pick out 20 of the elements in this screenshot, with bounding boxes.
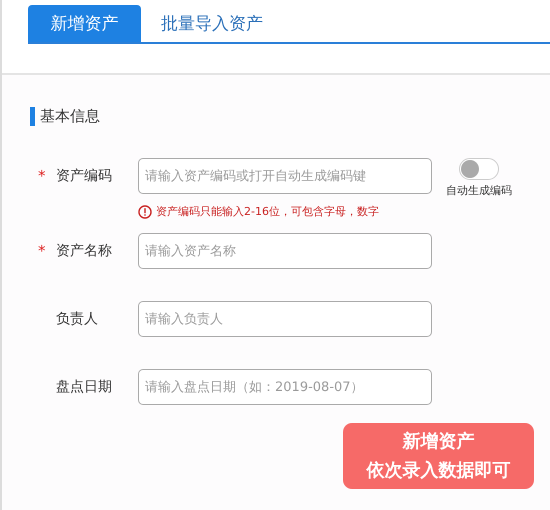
section-title: 基本信息 (40, 107, 100, 126)
warning-icon (138, 204, 152, 218)
tab[interactable]: 新增资产 (28, 5, 141, 42)
required-mark: * (38, 241, 46, 262)
required-mark: * (38, 166, 46, 187)
tab[interactable]: 批量导入资产 (141, 5, 283, 42)
section-marker (30, 107, 35, 126)
input-field[interactable]: 请输入资产名称 (138, 233, 432, 269)
field-label: 负责人 (56, 310, 99, 329)
input-field[interactable]: 请输入盘点日期（如：2019-08-07） (138, 369, 432, 405)
input-field[interactable]: 请输入资产编码或打开自动生成编码键 (138, 158, 432, 194)
callout-text: 新增资产 (402, 430, 474, 454)
field-label: 盘点日期 (56, 378, 113, 397)
error-message: 资产编码只能输入2-16位，可包含字母，数字 (156, 204, 379, 219)
input-field[interactable]: 请输入负责人 (138, 301, 432, 337)
toggle-label: 自动生成编码 (446, 183, 512, 198)
field-label: 资产名称 (56, 242, 113, 261)
callout-text: 依次录入数据即可 (366, 459, 510, 483)
field-label: 资产编码 (56, 167, 113, 186)
toggle-switch[interactable] (459, 158, 499, 180)
